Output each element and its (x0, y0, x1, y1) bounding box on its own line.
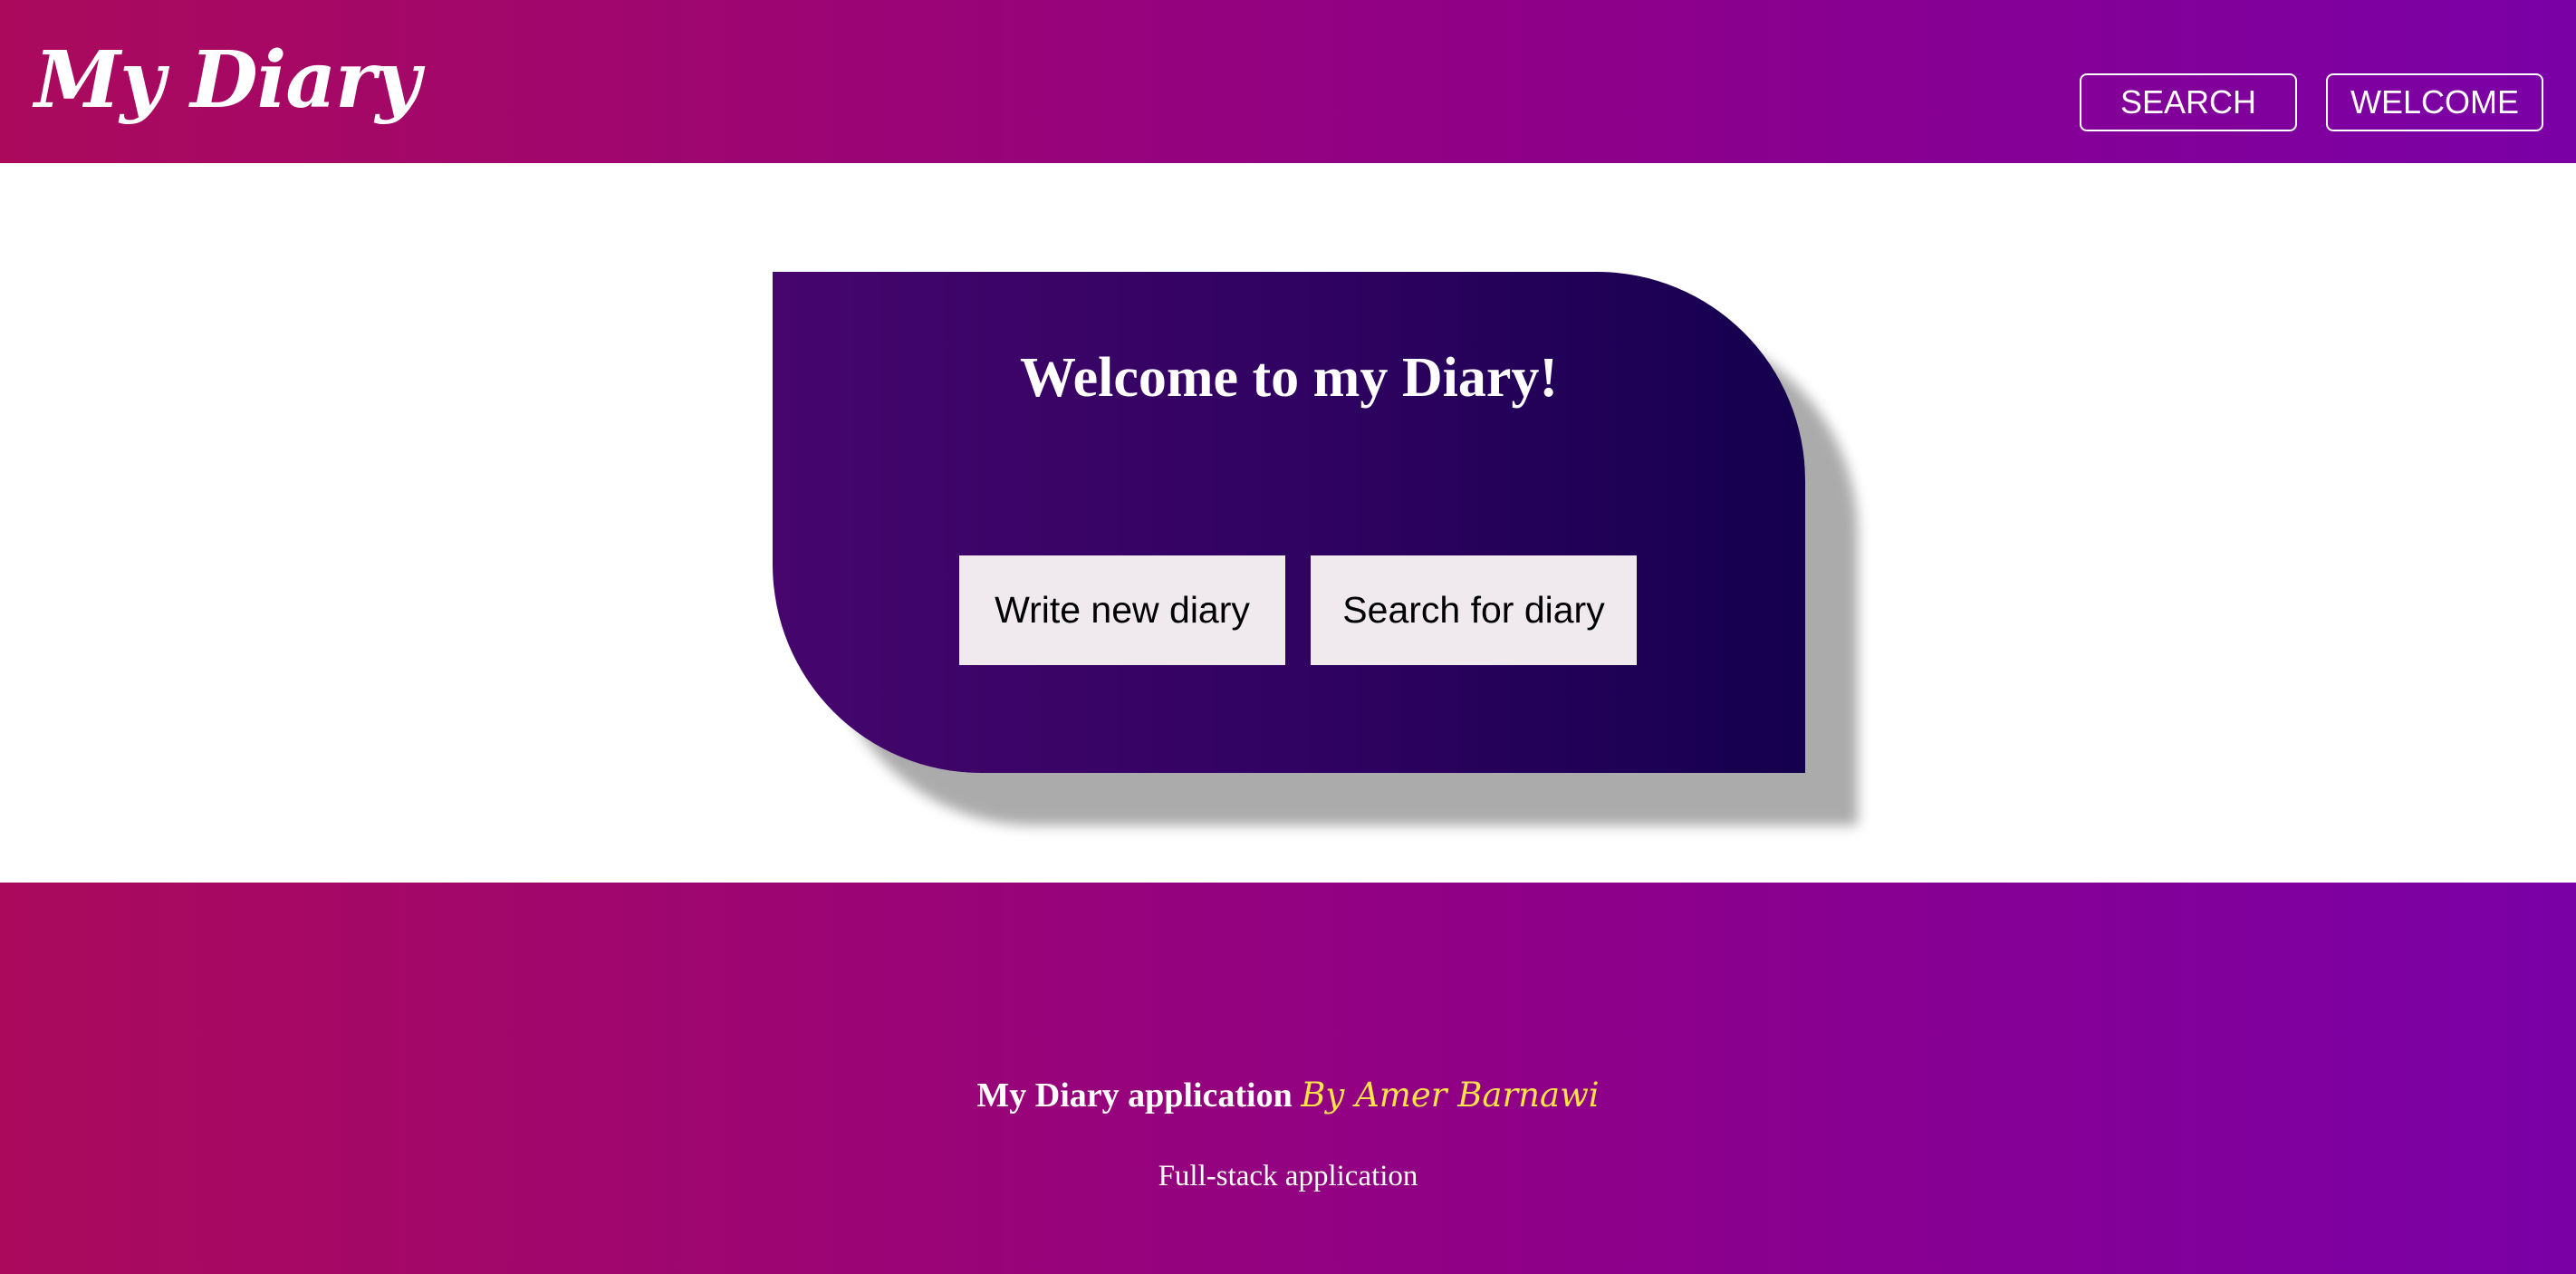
brand-logo[interactable]: My Diary (34, 31, 420, 130)
search-for-diary-button[interactable]: Search for diary (1311, 555, 1637, 665)
footer-subtitle: Full-stack application (1158, 1160, 1418, 1192)
footer-app-name: My Diary application (976, 1076, 1293, 1115)
welcome-title: Welcome to my Diary! (1020, 347, 1558, 409)
site-footer: My Diary application By Amer Barnawi Ful… (0, 883, 2576, 1274)
nav-search-button[interactable]: SEARCH (2080, 73, 2297, 131)
welcome-card: Welcome to my Diary! Write new diary Sea… (773, 272, 1805, 773)
footer-credit: My Diary application By Amer Barnawi (0, 1073, 2576, 1118)
footer-author: By Amer Barnawi (1301, 1076, 1600, 1115)
nav-welcome-button[interactable]: WELCOME (2326, 73, 2543, 131)
write-new-diary-button[interactable]: Write new diary (959, 555, 1285, 665)
site-header: My Diary SEARCH WELCOME (0, 0, 2576, 163)
